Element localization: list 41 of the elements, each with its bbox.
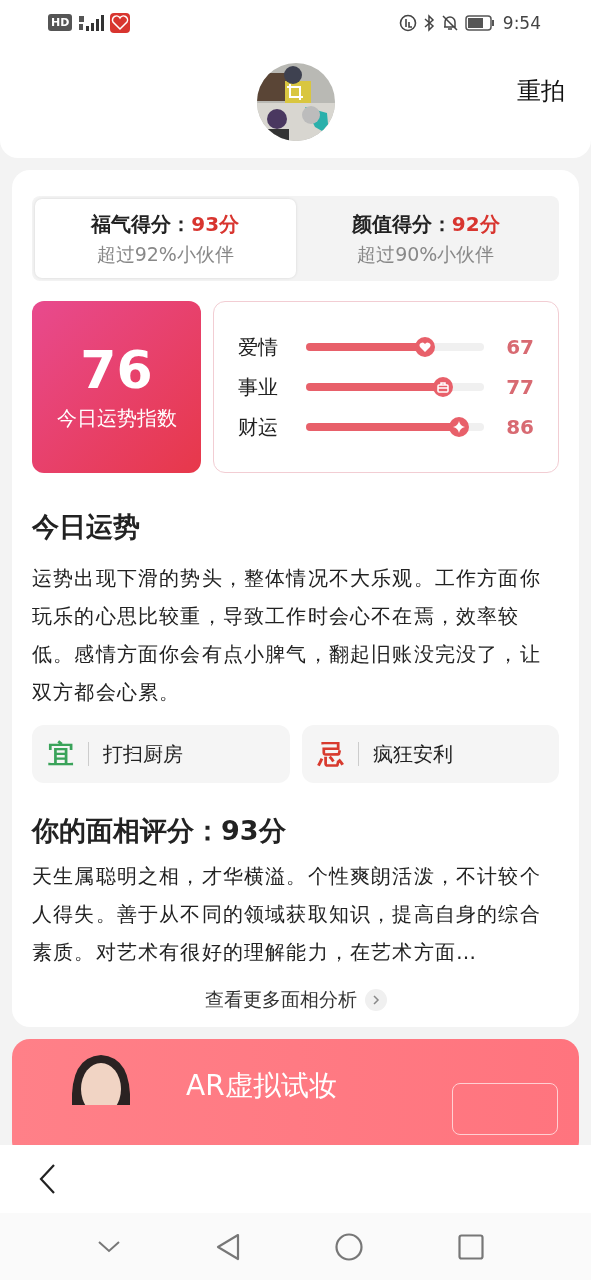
clock-time: 9:54	[502, 12, 541, 33]
aspect-score: 77	[505, 375, 534, 399]
fortune-index-label: 今日运势指数	[56, 405, 177, 433]
aspect-score: 86	[505, 415, 534, 439]
aspect-score: 67	[505, 335, 534, 359]
hd-badge: HD	[48, 14, 73, 31]
back-nav-icon[interactable]	[216, 1232, 241, 1261]
aspect-name: 事业	[238, 373, 279, 401]
score-tab[interactable]: 颜值得分：92分 超过90%小伙伴	[295, 199, 556, 278]
advice-text: 疯狂安利	[372, 740, 453, 768]
section-title: 今日运势	[32, 510, 141, 544]
home-icon[interactable]	[334, 1232, 363, 1261]
chevron-down-icon[interactable]	[97, 1239, 122, 1254]
score-tab[interactable]: 福气得分：93分 超过92%小伙伴	[35, 199, 296, 278]
sparkle-icon	[449, 417, 470, 437]
bluetooth-icon	[422, 13, 435, 32]
score-title: 颜值得分：92分	[350, 211, 501, 238]
signal-icon	[78, 14, 105, 31]
score-note: 超过90%小伙伴	[356, 242, 496, 267]
more-analysis-link[interactable]: 查看更多面相分析	[204, 987, 357, 1013]
recents-icon[interactable]	[457, 1233, 484, 1260]
aspect-name: 财运	[238, 413, 279, 441]
retake-button[interactable]: 重拍	[517, 75, 565, 107]
score-title: 福气得分：93分	[90, 211, 241, 238]
advice-tag: 忌	[317, 736, 344, 772]
battery-icon	[464, 14, 495, 31]
advice-text: 打扫厨房	[103, 740, 183, 768]
bag-icon	[433, 377, 454, 397]
advice-tag: 宜	[48, 736, 74, 772]
section-title: 你的面相评分：93分	[32, 814, 287, 848]
fortune-text: 运势出现下滑的势头，整体情况不大乐观。工作方面你玩乐的心思比较重，导致工作时会心不在焉，效率较低。感情方面你会有点小脾气，翻起旧账没完没了，让双方都会心累。	[32, 565, 542, 706]
data-saver-icon	[398, 13, 417, 32]
banner-title: AR虚拟试妆	[186, 1068, 337, 1104]
back-icon[interactable]	[38, 1163, 56, 1195]
aspect-name: 爱情	[238, 333, 279, 361]
fortune-index-value: 76	[80, 341, 153, 400]
bell-off-icon	[440, 13, 459, 32]
app-icon	[110, 12, 131, 33]
score-note: 超过92%小伙伴	[95, 242, 235, 267]
crop-icon[interactable]	[286, 83, 304, 101]
face-text: 天生属聪明之相，才华横溢。个性爽朗活泼，不计较个人得失。善于从不同的领域获取知识，提高自身的综合素质。对艺术有很好的理解能力，在艺术方面…	[32, 863, 542, 966]
